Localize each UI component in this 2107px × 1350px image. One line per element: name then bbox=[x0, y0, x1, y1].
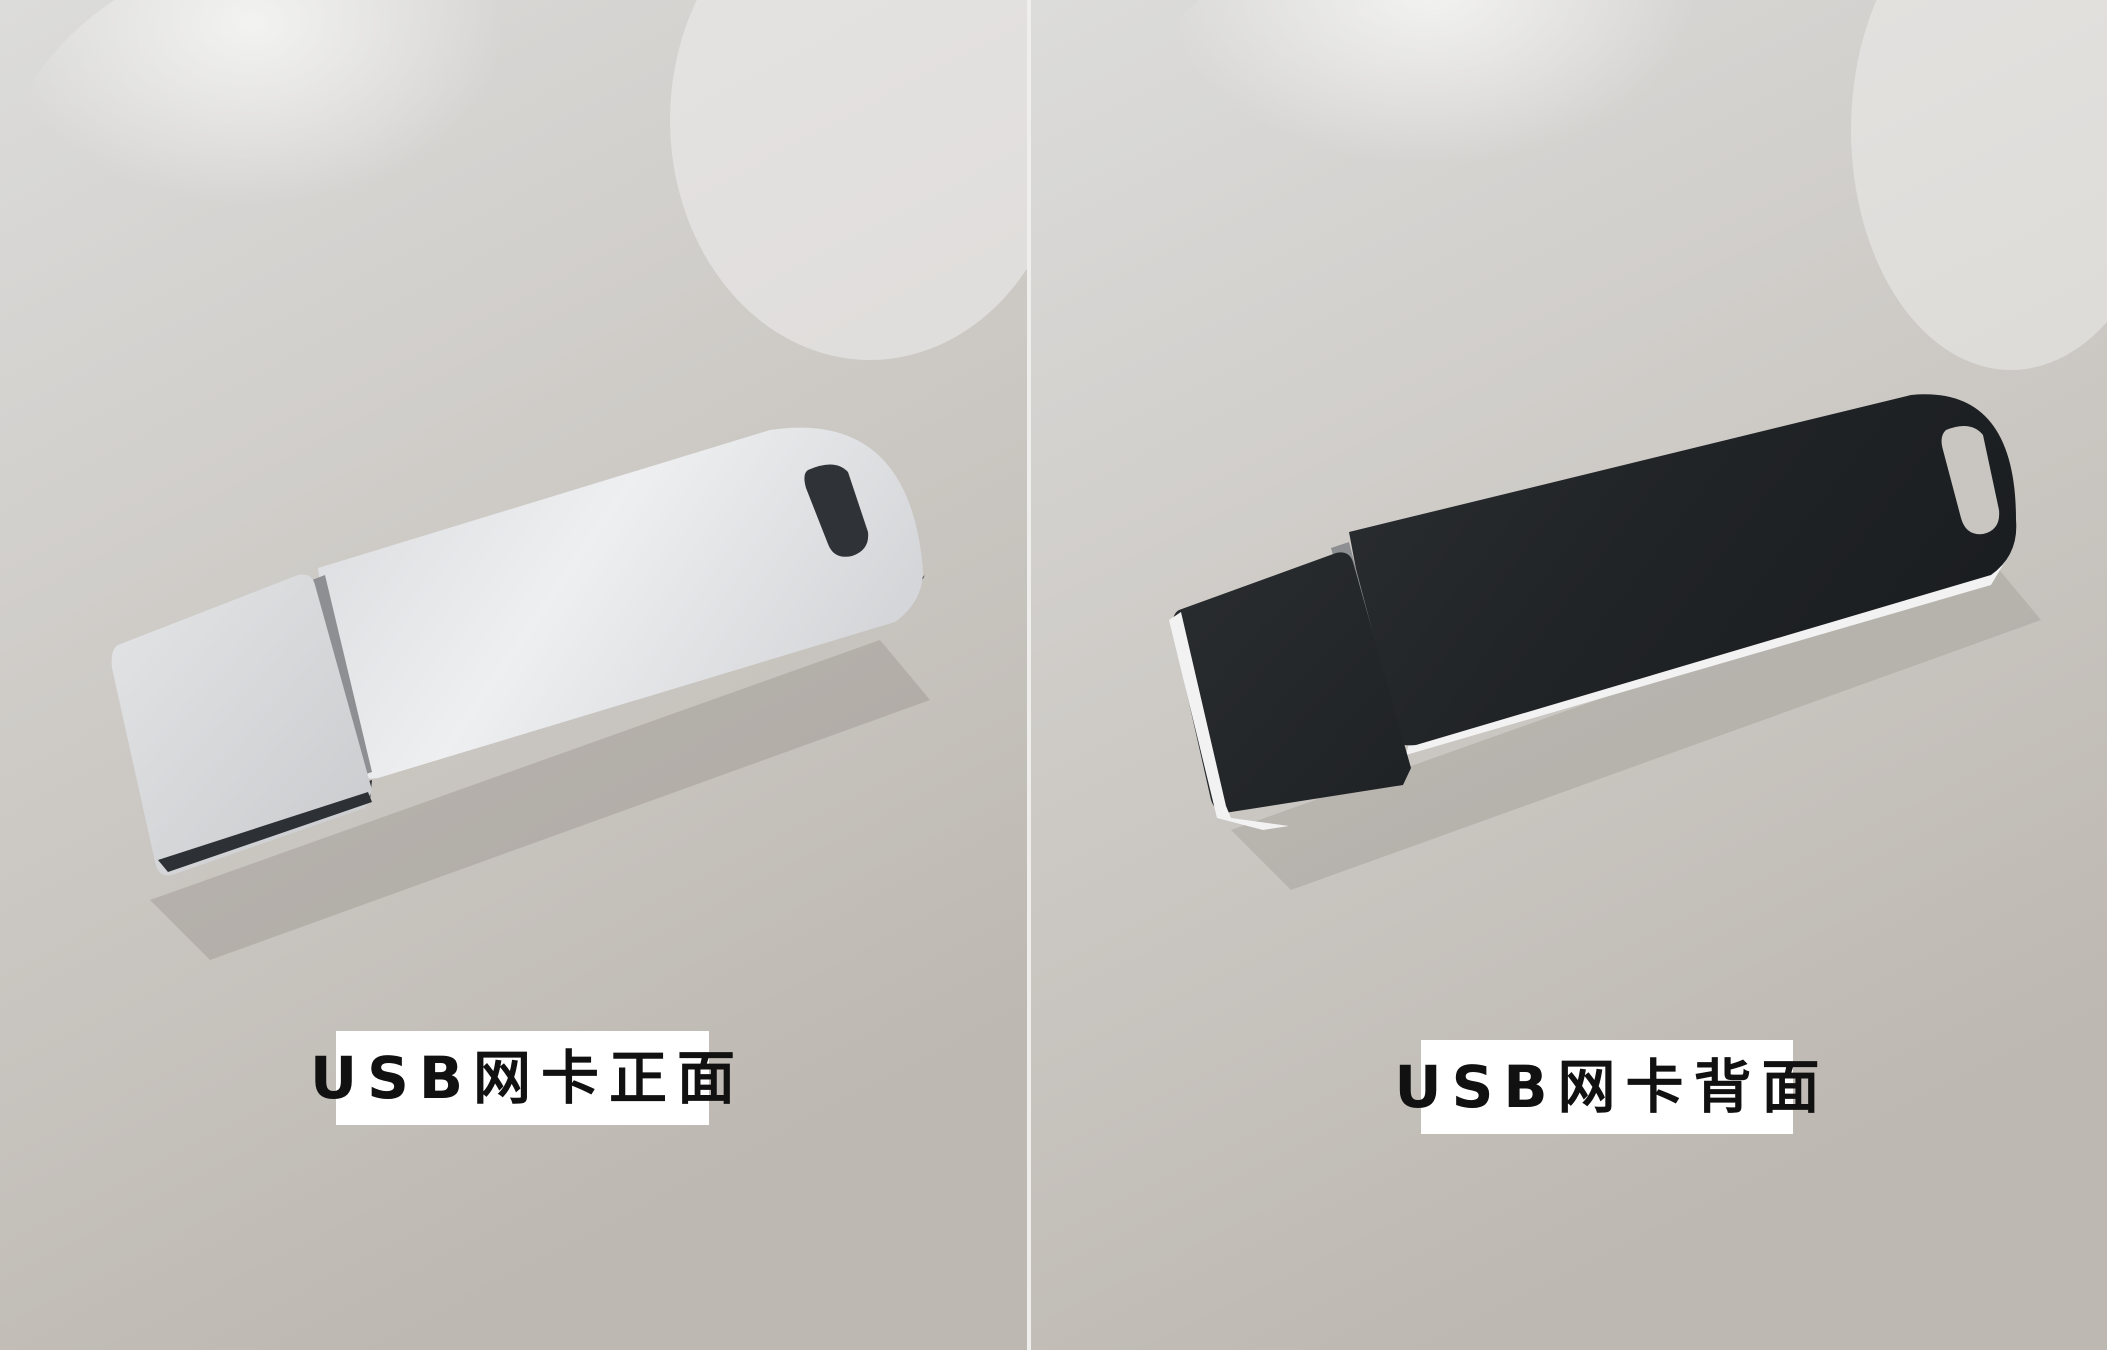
photo-back: USB网卡背面 bbox=[1031, 0, 2107, 1350]
caption-front: USB网卡正面 bbox=[310, 1031, 735, 1125]
caption-back: USB网卡背面 bbox=[1394, 1040, 1820, 1134]
back-photo-image bbox=[1031, 0, 2107, 1350]
photo-collage: USB网卡正面 USB网卡背面 bbox=[0, 0, 2107, 1350]
photo-front: USB网卡正面 bbox=[0, 0, 1027, 1350]
front-photo-image bbox=[0, 0, 1027, 1350]
